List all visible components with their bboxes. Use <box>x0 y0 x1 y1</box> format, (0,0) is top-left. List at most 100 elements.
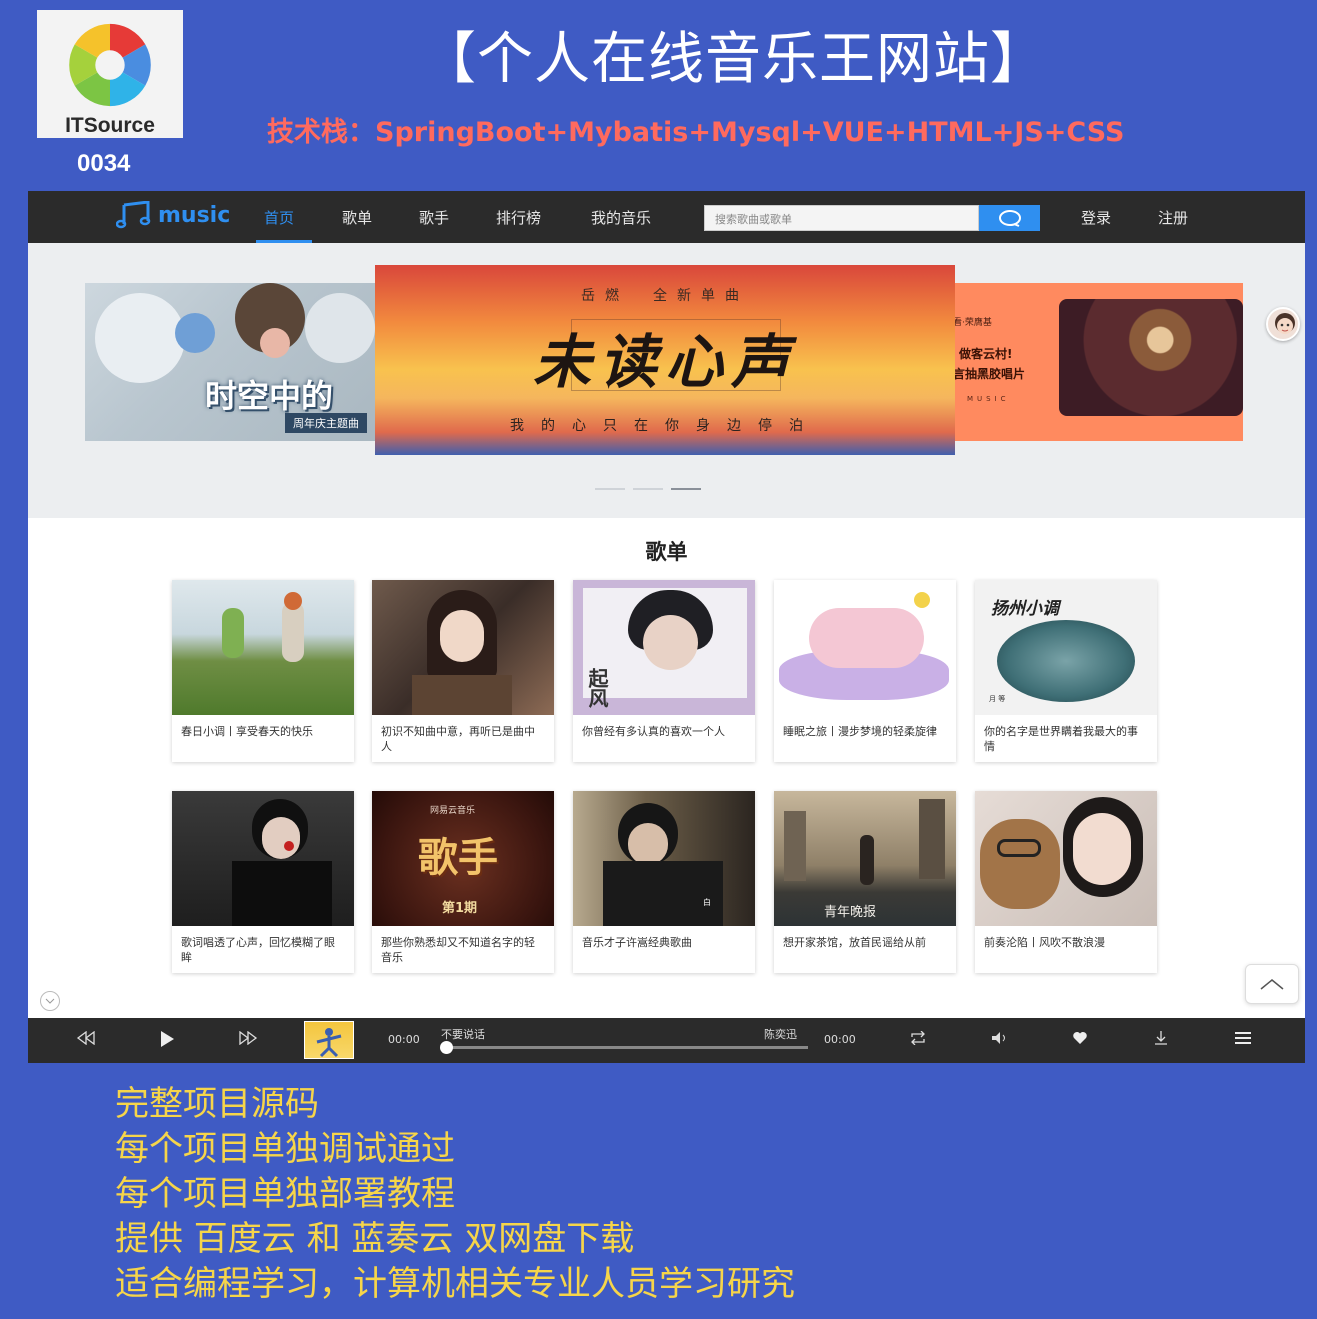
carousel-indicators <box>595 488 701 490</box>
feature-line: 完整项目源码 <box>115 1084 319 1124</box>
current-time: 00:00 <box>388 1033 420 1046</box>
playlist-title: 睡眠之旅丨漫步梦境的轻柔旋律 <box>783 725 937 738</box>
playlist-card[interactable]: 起风 你曾经有多认真的喜欢一个人 <box>573 580 755 762</box>
playlist-cover-sub: 第1期 <box>442 901 478 916</box>
itsource-logo: ITSource <box>37 10 183 138</box>
playlist-title: 想开家茶馆，放首民谣给从前 <box>783 936 926 949</box>
music-player-bar: 00:00 不要说话 陈奕迅 00:00 <box>28 1018 1305 1063</box>
playlist-card[interactable]: 网易云音乐 歌手 第1期 那些你熟悉却又不知道名字的轻音乐 <box>372 791 554 973</box>
playlist-menu-button[interactable] <box>1234 1030 1252 1049</box>
playlist-title: 你的名字是世界瞒着我最大的事情 <box>984 725 1138 753</box>
avatar[interactable] <box>1266 307 1300 341</box>
volume-button[interactable] <box>991 1030 1009 1049</box>
chevron-up-icon <box>1260 979 1284 990</box>
nav-home[interactable]: 首页 <box>264 207 294 228</box>
volume-icon <box>992 1032 1005 1044</box>
nav-my-music[interactable]: 我的音乐 <box>591 207 651 228</box>
carousel-dot[interactable] <box>595 488 625 490</box>
banner-left-subtitle: 周年庆主题曲 <box>285 413 367 433</box>
playlist-cover: 青年晚报 <box>774 791 956 926</box>
playlist-cover: 起风 <box>573 580 755 715</box>
tech-stack: 技术栈：SpringBoot+Mybatis+Mysql+VUE+HTML+JS… <box>267 117 1125 148</box>
nav-playlists[interactable]: 歌单 <box>342 207 372 228</box>
carousel-dot[interactable] <box>633 488 663 490</box>
playlist-title: 春日小调丨享受春天的快乐 <box>181 725 313 738</box>
playlist-cover <box>975 791 1157 926</box>
feature-line: 提供 百度云 和 蓝奏云 双网盘下载 <box>115 1219 635 1259</box>
progress-bar[interactable] <box>446 1046 808 1049</box>
total-time: 00:00 <box>824 1033 856 1046</box>
menu-icon <box>1235 1032 1251 1044</box>
banner-right-photo <box>1059 299 1243 416</box>
banner-slide-right[interactable]: 看·荣膺基 做客云村! 言抽黑胶唱片 MUSIC <box>953 283 1243 441</box>
aperture-icon <box>69 23 151 107</box>
playlist-cover <box>172 580 354 715</box>
playlist-card[interactable]: 青年晚报 想开家茶馆，放首民谣给从前 <box>774 791 956 973</box>
banner-slide-center[interactable]: 岳燃 全新单曲 未读心声 我的心只在你身边停泊 <box>375 265 955 455</box>
search-input[interactable]: 搜索歌曲或歌单 <box>704 205 979 231</box>
playlist-title: 前奏沦陷丨风吹不散浪漫 <box>984 936 1105 949</box>
playlist-title: 那些你熟悉却又不知道名字的轻音乐 <box>381 936 535 964</box>
search-button[interactable] <box>979 205 1040 231</box>
music-note-icon <box>116 201 151 229</box>
banner-center-top: 岳燃 全新单曲 <box>581 288 749 304</box>
playlist-title: 音乐才子许嵩经典歌曲 <box>582 936 692 949</box>
playlist-title: 你曾经有多认真的喜欢一个人 <box>582 725 725 738</box>
playlist-cover-text: 青年晚报 <box>824 905 877 920</box>
song-name: 不要说话 <box>441 1028 485 1041</box>
banner-center-title: 未读心声 <box>532 328 797 396</box>
playlist-cover: 网易云音乐 歌手 第1期 <box>372 791 554 926</box>
feature-line: 每个项目单独部署教程 <box>115 1174 455 1214</box>
feature-line: 适合编程学习，计算机相关专业人员学习研究 <box>115 1264 795 1304</box>
banner-right-line1: 做客云村! <box>959 347 1013 361</box>
playlist-card[interactable]: 初识不知曲中意，再听已是曲中人 <box>372 580 554 762</box>
playlist-card[interactable]: 白 音乐才子许嵩经典歌曲 <box>573 791 755 973</box>
nav-singers[interactable]: 歌手 <box>419 207 449 228</box>
like-button[interactable] <box>1072 1030 1088 1049</box>
playlist-cover <box>774 580 956 715</box>
banner-slide-left[interactable]: 时空中的 周年庆主题曲 <box>85 283 385 441</box>
play-button[interactable] <box>158 1030 176 1052</box>
music-app-window: music 首页 歌单 歌手 排行榜 我的音乐 搜索歌曲或歌单 登录 注册 时空… <box>28 191 1305 1063</box>
project-code: 0034 <box>77 150 131 177</box>
playlist-card[interactable]: 春日小调丨享受春天的快乐 <box>172 580 354 762</box>
playlist-cover <box>372 580 554 715</box>
carousel-dot-active[interactable] <box>671 488 701 490</box>
logo-text: ITSource <box>65 114 155 137</box>
banner-carousel[interactable]: 时空中的 周年庆主题曲 看·荣膺基 做客云村! 言抽黑胶唱片 MUSIC 岳燃 … <box>28 243 1305 518</box>
repeat-icon <box>911 1030 925 1046</box>
playlist-title: 初识不知曲中意，再听已是曲中人 <box>381 725 535 753</box>
playlist-card[interactable]: 前奏沦陷丨风吹不散浪漫 <box>975 791 1157 973</box>
download-button[interactable] <box>1153 1030 1169 1050</box>
playlist-cover-text: 扬州小调 <box>991 599 1059 619</box>
rewind-icon <box>76 1030 95 1046</box>
feature-line: 每个项目单独调试通过 <box>115 1129 455 1169</box>
play-icon <box>161 1031 174 1047</box>
brand-logo[interactable]: music <box>116 201 230 229</box>
login-link[interactable]: 登录 <box>1081 207 1111 228</box>
playlist-cover-text: 歌手 <box>418 835 498 881</box>
playlist-cover: 扬州小调 月 等 <box>975 580 1157 715</box>
download-icon <box>1155 1031 1167 1045</box>
playlist-title: 歌词唱透了心声，回忆模糊了眼眸 <box>181 936 335 964</box>
banner-right-music: MUSIC <box>967 395 1010 403</box>
poster-title: 【个人在线音乐王网站】 <box>420 27 1047 92</box>
nav-charts[interactable]: 排行榜 <box>496 207 541 228</box>
repeat-button[interactable] <box>909 1030 927 1049</box>
collapse-icon[interactable] <box>40 991 60 1011</box>
banner-center-bottom: 我的心只在你身边停泊 <box>510 418 820 434</box>
prev-button[interactable] <box>76 1030 96 1049</box>
playlist-card[interactable]: 歌词唱透了心声，回忆模糊了眼眸 <box>172 791 354 973</box>
next-button[interactable] <box>238 1030 258 1049</box>
progress-knob[interactable] <box>440 1041 453 1054</box>
playlist-card[interactable]: 扬州小调 月 等 你的名字是世界瞒着我最大的事情 <box>975 580 1157 762</box>
register-link[interactable]: 注册 <box>1158 207 1188 228</box>
playlist-cover: 白 <box>573 791 755 926</box>
banner-right-label: 看·荣膺基 <box>953 318 992 328</box>
heart-icon <box>1073 1032 1087 1044</box>
playlist-cover <box>172 791 354 926</box>
now-playing-cover[interactable] <box>304 1021 354 1059</box>
playlist-card[interactable]: 睡眠之旅丨漫步梦境的轻柔旋律 <box>774 580 956 762</box>
back-to-top-button[interactable] <box>1245 964 1299 1004</box>
playlist-cover-sub: 白 <box>703 898 711 907</box>
